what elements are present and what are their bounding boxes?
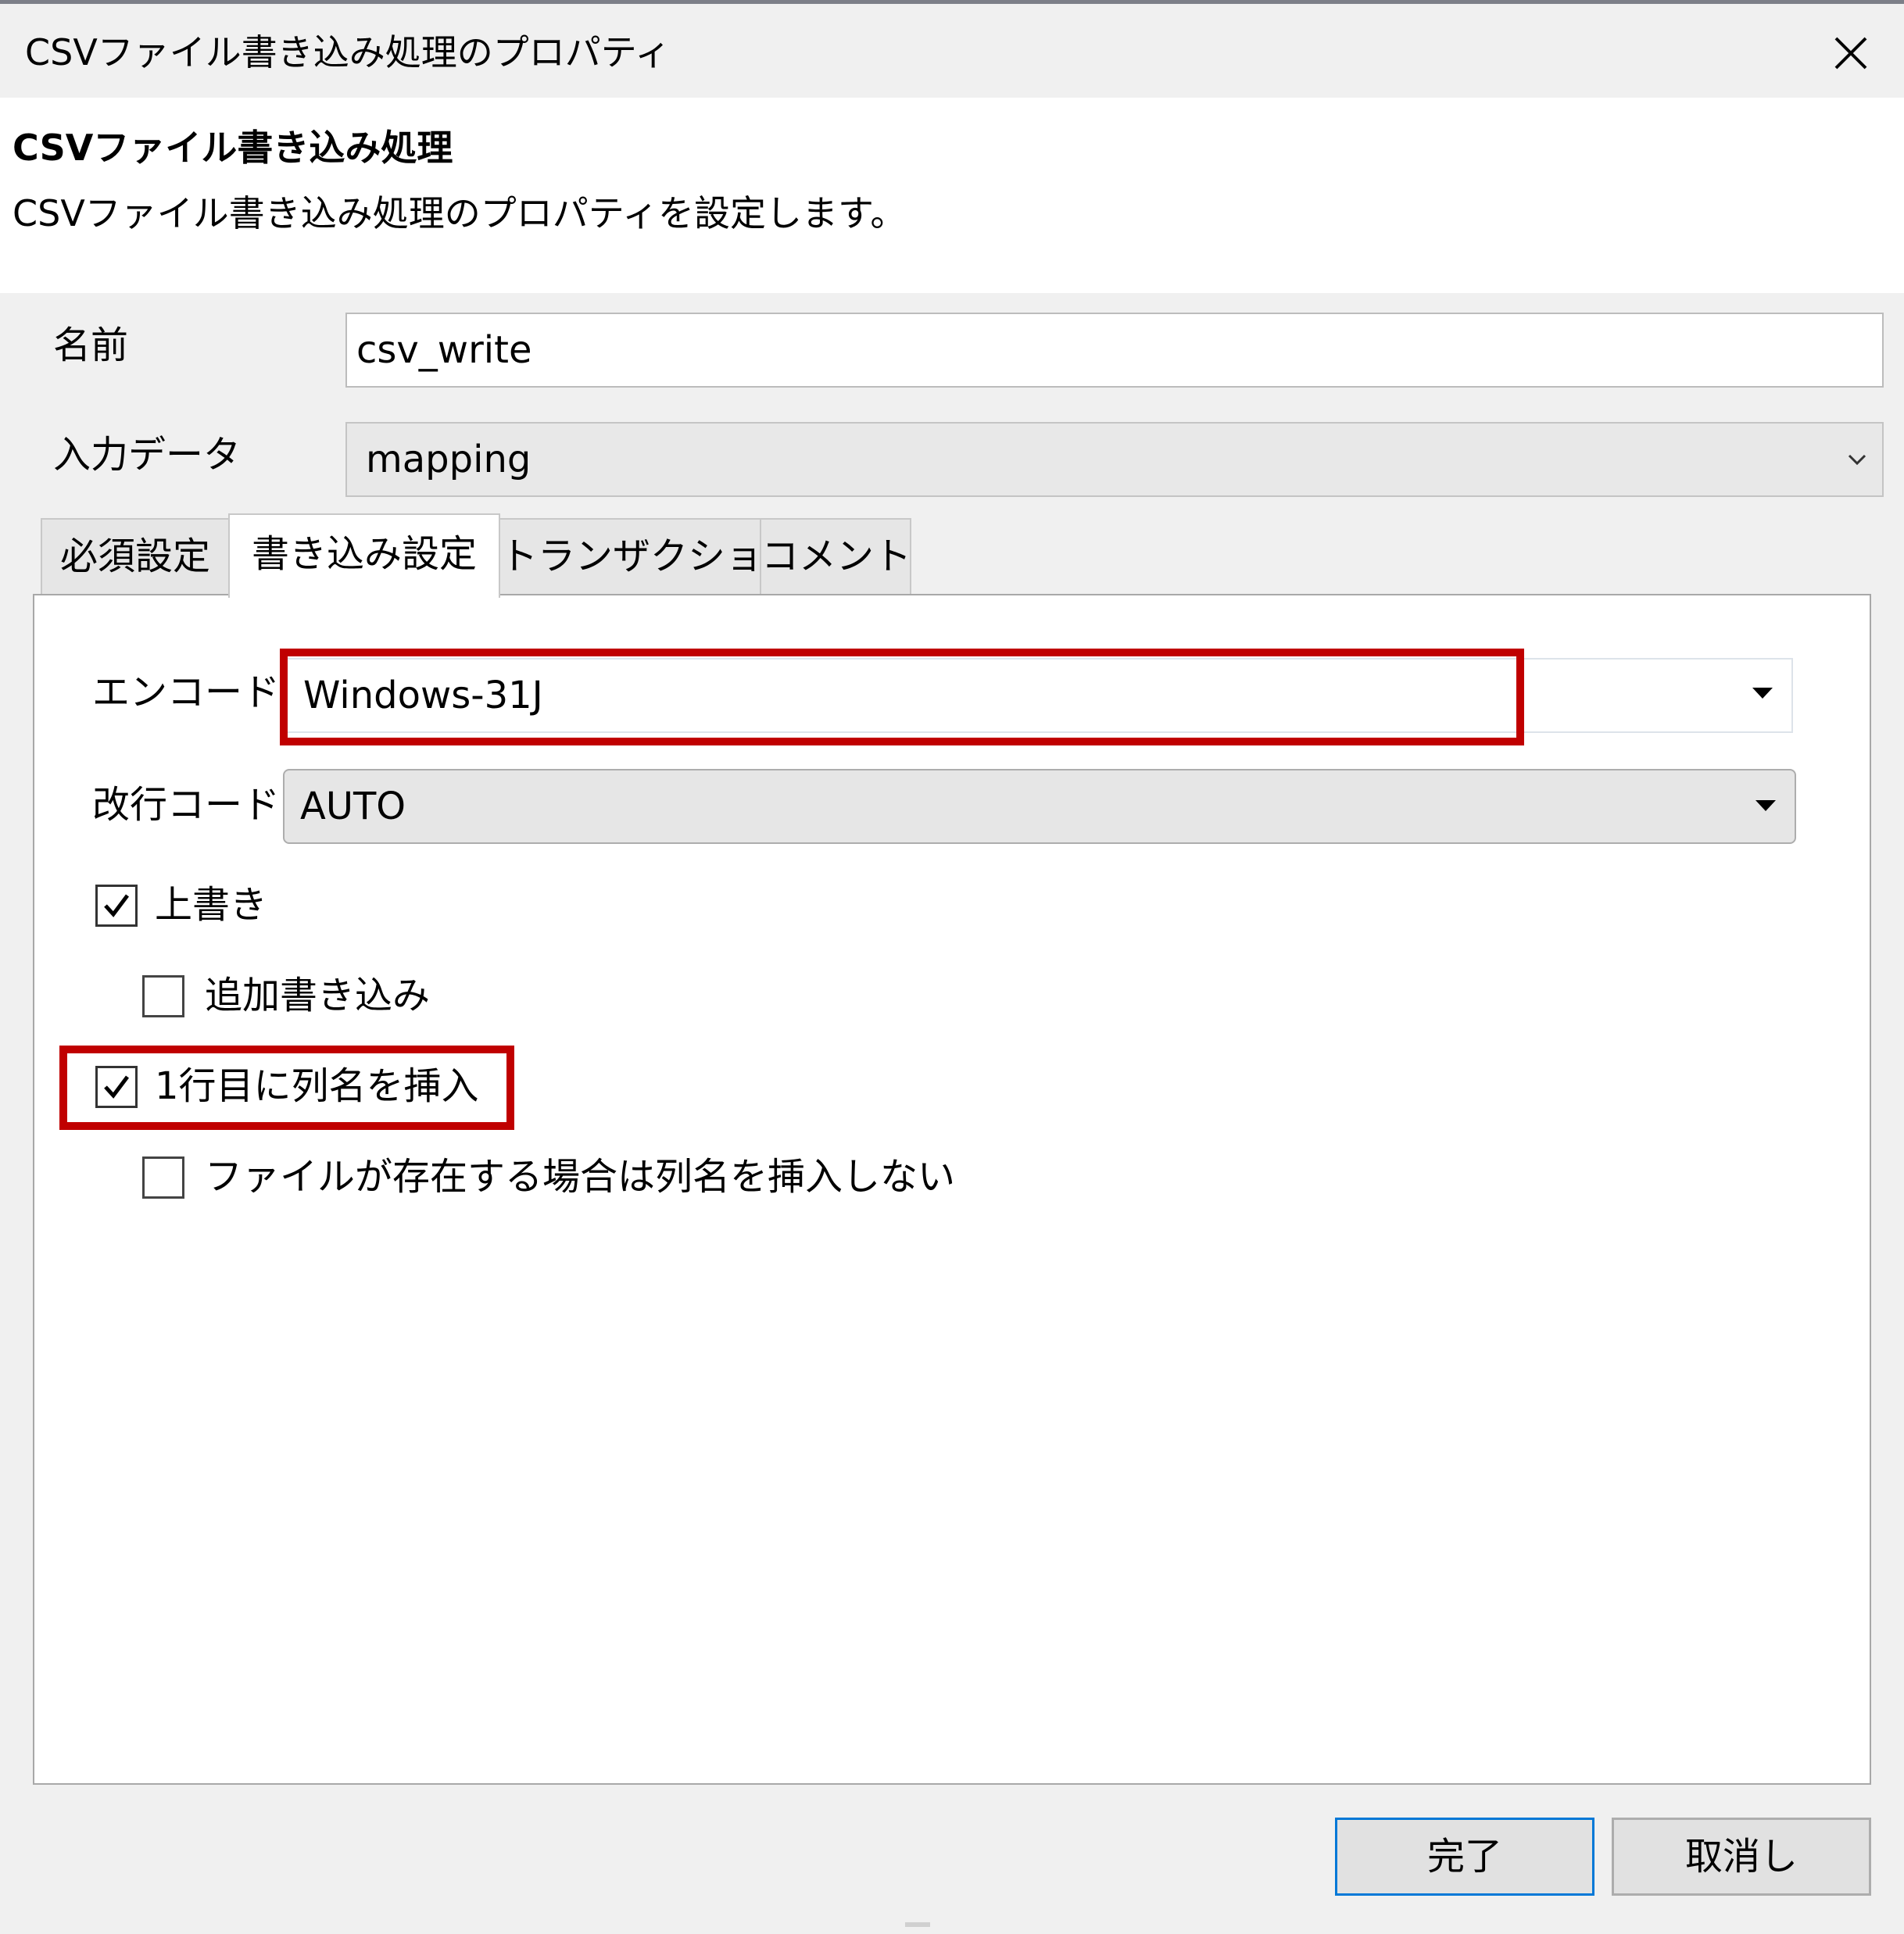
name-input[interactable] [345, 313, 1884, 388]
newline-code-value: AUTO [300, 785, 406, 828]
write-settings-panel: エンコード Windows-31J 改行コード AUTO 上書き 追加書き込み … [33, 594, 1871, 1785]
newline-code-label: 改行コード [92, 783, 281, 827]
tab-required-settings[interactable]: 必須設定 [41, 518, 230, 596]
window-title: CSVファイル書き込み処理のプロパティ [25, 31, 671, 73]
input-data-select[interactable]: mapping [345, 422, 1884, 497]
header-description: CSVファイル書き込み処理のプロパティを設定します。 [13, 192, 907, 234]
encode-label: エンコード [92, 670, 281, 714]
dropdown-arrow-icon [1755, 800, 1776, 811]
close-icon [1834, 37, 1867, 70]
overwrite-label[interactable]: 上書き [155, 880, 267, 930]
append-write-label[interactable]: 追加書き込み [205, 971, 430, 1021]
chevron-down-icon [1848, 454, 1866, 466]
name-label: 名前 [53, 324, 129, 367]
overwrite-checkbox[interactable] [95, 885, 138, 927]
input-data-value: mapping [366, 438, 531, 481]
tab-write-settings[interactable]: 書き込み設定 [228, 513, 500, 598]
insert-header-highlight-box [59, 1046, 514, 1130]
header-title: CSVファイル書き込み処理 [13, 127, 453, 169]
input-data-label: 入力データ [53, 433, 242, 477]
dropdown-arrow-icon[interactable] [1752, 688, 1773, 699]
tab-transaction[interactable]: トランザクション [499, 518, 800, 596]
dialog-header: CSVファイル書き込み処理 CSVファイル書き込み処理のプロパティを設定します。 [0, 98, 1904, 293]
title-bar: CSVファイル書き込み処理のプロパティ [0, 4, 1904, 98]
cancel-button[interactable]: 取消し [1612, 1818, 1871, 1896]
skip-header-if-exists-label[interactable]: ファイルが存在する場合は列名を挿入しない [205, 1152, 955, 1202]
newline-code-select[interactable]: AUTO [283, 769, 1796, 844]
resize-grip[interactable] [905, 1922, 930, 1927]
skip-header-if-exists-checkbox[interactable] [142, 1156, 184, 1199]
append-write-checkbox[interactable] [142, 975, 184, 1017]
finish-button[interactable]: 完了 [1335, 1818, 1594, 1896]
checkmark-icon [104, 894, 129, 917]
tab-comment[interactable]: コメント [760, 518, 911, 596]
encode-highlight-box [280, 649, 1524, 745]
close-button[interactable] [1813, 18, 1888, 88]
